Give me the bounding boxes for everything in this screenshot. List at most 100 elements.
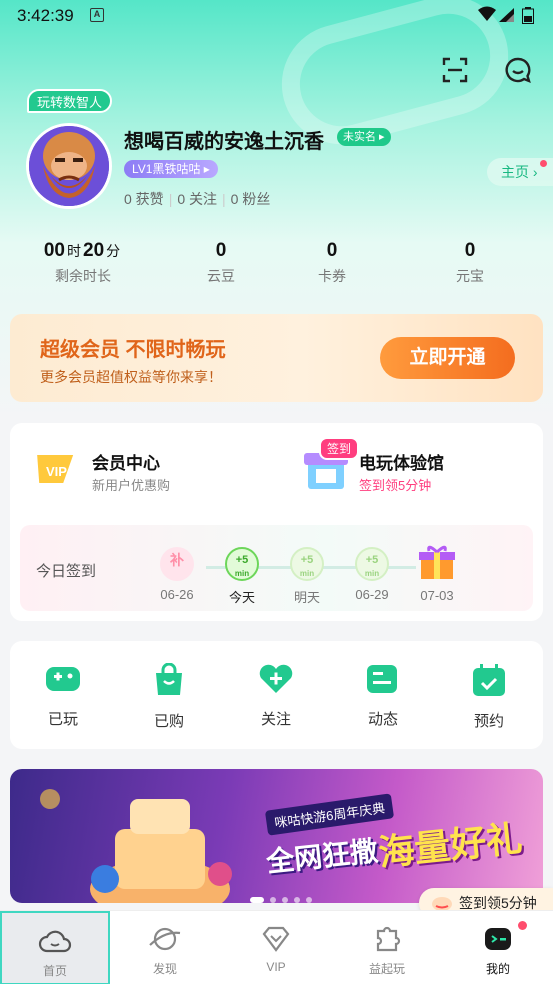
level-label: LV1黑铁咕咕 [132,162,201,176]
checkin-day[interactable]: +5 min 明天 [277,547,337,606]
followers-count[interactable]: 0 粉丝 [231,191,271,207]
member-card: VIP 会员中心 新用户优惠购 签到 电玩体验馆 签到领5分钟 今日签到 补 0… [10,423,543,621]
played-label: 已玩 [47,711,78,728]
reward-amount: +5 [235,554,249,566]
anniversary-banner[interactable]: 咪咕快游6周年庆典 全网狂撒 海量好礼 [10,769,543,903]
diamond-icon [262,926,290,952]
arcade-title[interactable]: 电玩体验馆 [359,449,444,474]
stat-label: 元宝 [456,268,484,284]
planet-icon [149,927,181,951]
heart-plus-icon [259,664,293,693]
checkin-day[interactable]: 补 06-26 [147,547,207,602]
shopping-bag-icon [156,662,182,695]
reward-unit: min [234,569,250,578]
notification-app-icon: A [90,8,104,22]
social-stats: 0 获赞 | 0 关注 | 0 粉丝 [124,191,271,207]
played-button[interactable]: 已玩 [23,663,103,729]
feed-icon [367,665,397,693]
tab-vip[interactable]: VIP [221,911,331,984]
stat-cloud-beans[interactable]: 0 云豆 [166,240,276,286]
signal-icon [499,8,514,22]
reward-unit: min [364,569,380,578]
stat-value: 0 [215,240,227,261]
stat-coupons[interactable]: 0 卡券 [277,240,387,286]
checkin-date: 06-29 [355,587,389,602]
vip-center-sub: 新用户优惠购 [92,478,171,493]
homepage-label: 主页 [501,164,529,180]
checkin-label: 今日签到 [36,563,97,580]
stat-label: 剩余时长 [55,268,111,284]
reserve-label: 预约 [473,713,504,730]
notification-dot [518,921,527,930]
banner-headline-2: 海量好礼 [376,817,525,874]
float-badge-label: 签到领5分钟 [459,895,537,911]
tab-label: 首页 [42,964,67,978]
wifi-icon [478,6,496,21]
vip-center-title[interactable]: 会员中心 [92,449,160,474]
avatar-image [29,126,109,206]
reward-mark: +5 min [225,547,259,581]
tab-home[interactable]: 首页 [0,911,110,984]
verify-label: 未实名 [343,131,376,143]
following-count[interactable]: 0 关注 [177,191,217,207]
feed-button[interactable]: 动态 [343,663,423,729]
carousel-dots[interactable] [250,890,318,903]
tab-label: VIP [266,960,286,974]
profile-badge[interactable]: 玩转数智人 [27,89,113,113]
reward-unit: min [299,569,315,578]
user-name: 想喝百威的安逸土沉香 [124,131,324,153]
tab-play-together[interactable]: 益起玩 [332,911,442,984]
mine-face-icon [485,928,511,950]
level-badge[interactable]: LV1黑铁咕咕 ▸ [124,160,218,178]
feed-label: 动态 [367,711,398,728]
homepage-button[interactable]: 主页 › [487,158,553,186]
purchased-button[interactable]: 已购 [129,662,209,731]
tab-mine[interactable]: 我的 [443,911,553,984]
checkin-date: 明天 [293,590,320,605]
vip-subtitle: 更多会员超值权益等你来享！ [40,369,222,385]
checkin-day[interactable]: +5 min 06-29 [342,547,402,602]
checkin-date: 今天 [228,590,255,605]
vip-badge-text: VIP [46,464,67,479]
checkin-date: 07-03 [420,588,454,603]
checkin-date: 06-26 [160,587,194,602]
stat-value: 0 [326,240,338,261]
checkin-day-gift[interactable]: 07-03 [407,545,467,603]
gamepad-icon [46,667,80,691]
banner-illustration [40,789,232,903]
likes-count[interactable]: 0 获赞 [124,191,164,207]
stat-ingots[interactable]: 0 元宝 [415,240,525,286]
reward-amount: +5 [300,554,314,566]
follow-button[interactable]: 关注 [236,663,316,729]
verify-badge[interactable]: 未实名 ▸ [337,128,391,146]
reserve-button[interactable]: 预约 [449,663,529,731]
battery-icon [522,7,534,24]
stat-label: 卡券 [318,268,346,284]
reward-mark: +5 min [290,547,324,581]
puzzle-icon [376,926,401,952]
checkin-day-today[interactable]: +5 min 今天 [212,547,272,606]
notification-dot [540,160,547,167]
checkin-tag: 签到 [319,437,360,460]
avatar[interactable] [26,123,112,209]
follow-label: 关注 [260,711,291,728]
status-bar: 3:42:39 A [0,0,553,32]
chat-bubble-icon[interactable] [504,56,532,84]
daily-checkin: 今日签到 补 06-26 +5 min 今天 +5 min 明天 +5 min 06-… [20,525,533,611]
cloud-icon [38,930,72,953]
scan-icon[interactable] [441,56,469,84]
stat-remaining-time[interactable]: 00 时 20 分 剩余时长 [28,240,138,286]
minutes-value: 20 [83,240,105,261]
makeup-mark: 补 [160,547,194,581]
tab-label: 益起玩 [368,962,405,976]
status-time: 3:42:39 [17,6,74,25]
open-vip-button[interactable]: 立即开通 [380,337,515,379]
tab-discover[interactable]: 发现 [110,911,220,984]
quick-functions: 已玩 已购 关注 动态 预约 [10,641,543,749]
banner-headline-1: 全网狂撒 [264,835,380,878]
tab-label: 发现 [152,962,177,976]
hours-value: 00 [43,240,65,261]
purchased-label: 已购 [153,713,184,730]
reward-mark: +5 min [355,547,389,581]
vip-promo-card[interactable]: 超级会员 不限时畅玩 更多会员超值权益等你来享！ 立即开通 [10,314,543,402]
